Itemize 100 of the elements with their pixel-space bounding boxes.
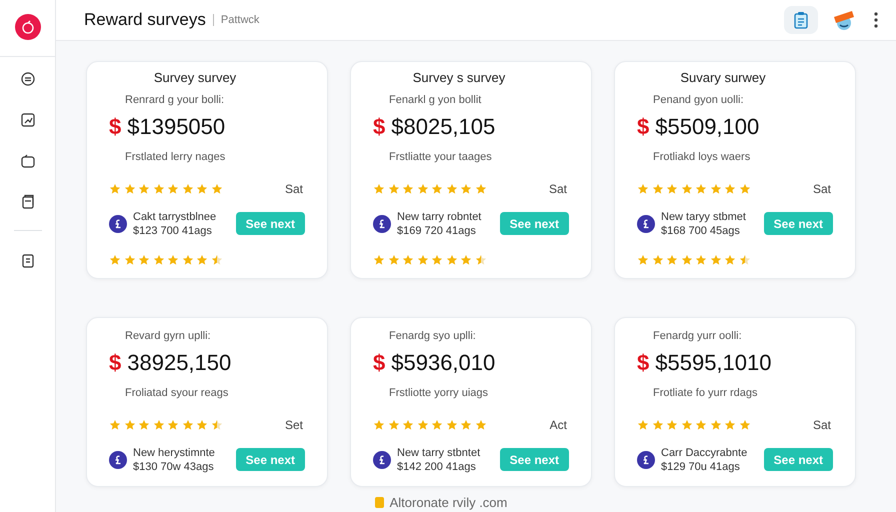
reward-amount: $5936,010 bbox=[391, 349, 496, 377]
see-next-button[interactable]: See next bbox=[764, 212, 833, 235]
star-icon bbox=[138, 418, 150, 430]
currency-symbol: $ bbox=[109, 113, 122, 141]
star-icon bbox=[124, 254, 136, 266]
star-icon bbox=[474, 254, 486, 266]
coin-icon bbox=[109, 214, 127, 232]
bag-icon[interactable] bbox=[20, 153, 36, 169]
star-icon bbox=[373, 418, 385, 430]
see-next-button[interactable]: See next bbox=[236, 448, 305, 471]
star-icon bbox=[710, 418, 722, 430]
coin-icon bbox=[109, 450, 127, 468]
chat-icon[interactable] bbox=[20, 71, 36, 87]
star-icon bbox=[196, 254, 208, 266]
card-title: Survey s survey bbox=[412, 69, 506, 87]
see-next-button[interactable]: See next bbox=[500, 212, 569, 235]
star-icon bbox=[652, 254, 664, 266]
see-next-button[interactable]: See next bbox=[236, 212, 305, 235]
star-icon bbox=[446, 182, 458, 194]
star-icon bbox=[109, 254, 121, 266]
chart-icon[interactable] bbox=[20, 112, 36, 128]
star-icon bbox=[210, 418, 222, 430]
offer-name: New tarry stbntet bbox=[397, 446, 480, 460]
star-icon bbox=[695, 254, 707, 266]
offer-name: New herystimnte bbox=[133, 446, 215, 460]
star-icon bbox=[446, 254, 458, 266]
star-icon bbox=[474, 418, 486, 430]
card-note: Frstliatte your taages bbox=[388, 150, 493, 165]
reward-amount: $8025,105 bbox=[391, 113, 496, 141]
star-icon bbox=[724, 254, 736, 266]
footer-logo-icon bbox=[374, 496, 384, 508]
coin-icon bbox=[373, 450, 391, 468]
reward-amount: 38925,150 bbox=[127, 349, 232, 377]
star-icon bbox=[695, 182, 707, 194]
star-icon bbox=[680, 418, 692, 430]
star-icon bbox=[431, 182, 443, 194]
document-icon[interactable] bbox=[20, 194, 36, 210]
reward-amount: $5509,100 bbox=[655, 113, 760, 141]
card-subtitle: Penand gyon uolli: bbox=[652, 92, 745, 108]
star-icon bbox=[109, 418, 121, 430]
star-icon bbox=[446, 418, 458, 430]
clipboard-icon bbox=[793, 11, 809, 29]
star-icon bbox=[402, 182, 414, 194]
coin-icon bbox=[637, 450, 655, 468]
star-icon bbox=[695, 418, 707, 430]
clipboard-button[interactable] bbox=[784, 6, 818, 34]
star-icon bbox=[652, 418, 664, 430]
star-icon bbox=[416, 418, 428, 430]
reward-amount: $5595,1010 bbox=[655, 349, 772, 377]
offer-name: New tarry robntet bbox=[397, 210, 482, 224]
rating-label: Set bbox=[284, 416, 303, 434]
star-icon bbox=[402, 418, 414, 430]
star-icon bbox=[109, 182, 121, 194]
offer-detail: $129 70u 41ags bbox=[661, 460, 741, 474]
star-icon bbox=[196, 182, 208, 194]
star-icon bbox=[710, 254, 722, 266]
star-icon bbox=[710, 182, 722, 194]
star-icon bbox=[167, 418, 179, 430]
star-icon bbox=[666, 418, 678, 430]
app-logo-icon[interactable] bbox=[14, 14, 40, 40]
card-title: Suvary surwey bbox=[679, 69, 767, 87]
star-icon bbox=[680, 182, 692, 194]
star-icon bbox=[182, 254, 194, 266]
star-icon bbox=[167, 254, 179, 266]
offer-name: Cakt tarrystblnee bbox=[133, 210, 216, 224]
star-icon bbox=[460, 254, 472, 266]
star-icon bbox=[196, 418, 208, 430]
card-subtitle: Fenardg syo uplli: bbox=[388, 328, 477, 344]
clipboard-icon[interactable] bbox=[20, 253, 36, 269]
more-icon[interactable] bbox=[874, 12, 878, 28]
card-note: Frstliotte yorry uiags bbox=[388, 386, 490, 401]
card-note: Frotliate fo yurr rdags bbox=[652, 386, 759, 401]
star-icon bbox=[637, 418, 649, 430]
star-icon bbox=[138, 182, 150, 194]
card-subtitle: Renrard g your bolli: bbox=[124, 92, 226, 108]
star-icon bbox=[182, 418, 194, 430]
offer-detail: $168 700 45ags bbox=[661, 224, 741, 238]
reward-amount: $1395050 bbox=[127, 113, 226, 141]
star-icon bbox=[666, 254, 678, 266]
offer-name: Carr Daccyrabnte bbox=[661, 446, 748, 460]
coin-icon bbox=[373, 214, 391, 232]
currency-symbol: $ bbox=[109, 349, 122, 377]
star-icon bbox=[474, 182, 486, 194]
star-icon bbox=[460, 182, 472, 194]
star-icon bbox=[680, 254, 692, 266]
star-icon bbox=[652, 182, 664, 194]
star-icon bbox=[666, 182, 678, 194]
star-icon bbox=[431, 254, 443, 266]
see-next-button[interactable]: See next bbox=[764, 448, 833, 471]
see-next-button[interactable]: See next bbox=[500, 448, 569, 471]
star-icon bbox=[152, 418, 164, 430]
star-icon bbox=[738, 254, 750, 266]
rating-label: Sat bbox=[812, 416, 831, 434]
star-icon bbox=[373, 254, 385, 266]
star-icon bbox=[152, 254, 164, 266]
offer-detail: $123 700 41ags bbox=[133, 224, 213, 238]
star-icon bbox=[388, 418, 400, 430]
star-icon bbox=[167, 182, 179, 194]
star-icon bbox=[724, 418, 736, 430]
star-icon bbox=[373, 182, 385, 194]
